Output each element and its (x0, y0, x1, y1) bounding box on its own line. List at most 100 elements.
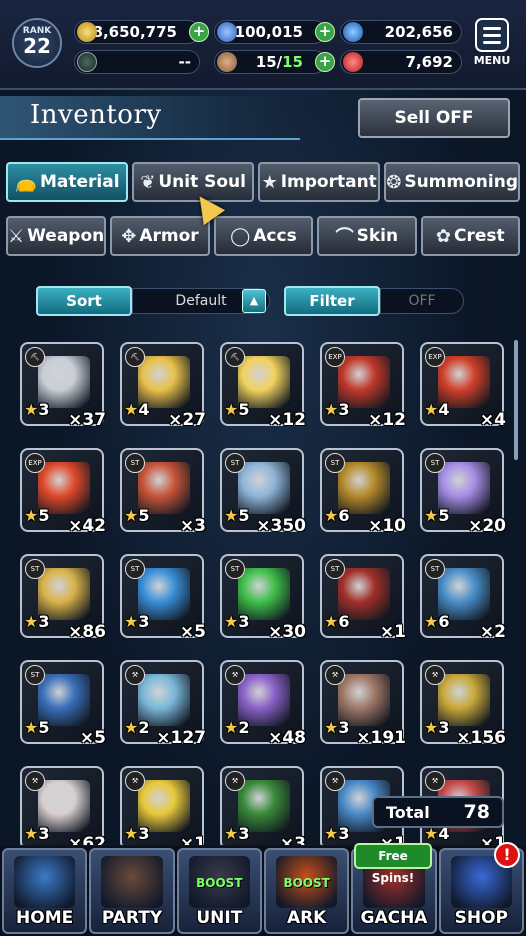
item-star-value: 5 (38, 506, 50, 525)
inventory-item[interactable]: EXP ★5 ×42 (20, 448, 106, 536)
page-title-banner: Inventory (0, 96, 300, 140)
tab-accs[interactable]: ◯ Accs (213, 216, 314, 256)
tab-weapon[interactable]: ⚔ Weapon (6, 216, 107, 256)
inventory-item[interactable]: EXP ★3 ×12 (320, 342, 406, 430)
inventory-item[interactable]: ⛏ ★3 ×37 (20, 342, 106, 430)
item-quantity: ×3 (279, 834, 306, 845)
filter-value[interactable]: OFF (380, 288, 464, 314)
item-star-value: 3 (38, 824, 50, 843)
inventory-item[interactable]: ⚒ ★3 ×3 (220, 766, 306, 845)
menu-button[interactable]: MENU (470, 18, 514, 72)
inventory-item[interactable]: ST ★6 ×2 (420, 554, 506, 642)
tab-summoning[interactable]: ❂ Summoning (384, 162, 520, 202)
item-star-value: 6 (438, 612, 450, 631)
filter-button[interactable]: Filter (284, 286, 380, 316)
sort-control[interactable]: Sort Default ▲ (36, 286, 270, 316)
item-rarity: ★3 (424, 718, 450, 737)
sort-button[interactable]: Sort (36, 286, 132, 316)
inventory-item[interactable]: ST ★3 ×30 (220, 554, 306, 642)
inventory-item[interactable]: ST ★3 ×5 (120, 554, 206, 642)
lapis-counter: 100,015 + (214, 20, 335, 44)
lapis-value: 100,015 (234, 23, 303, 41)
item-star-value: 3 (138, 824, 150, 843)
nav-label: HOME (16, 908, 74, 928)
blue-orb-icon (343, 22, 363, 42)
nav-party-icon (101, 856, 163, 908)
category-tabs-primary: 👝 Material ❦ Unit Soul ★ Important ❂ Sum… (6, 162, 520, 202)
nav-label: ARK (286, 908, 327, 928)
tab-armor[interactable]: ✥ Armor (110, 216, 210, 256)
inventory-item[interactable]: ⛏ ★4 ×27 (120, 342, 206, 430)
soul-icon: ❦ (140, 171, 156, 193)
nav-unit-button[interactable]: BOOST UNIT (176, 848, 262, 934)
inventory-item[interactable]: ST ★6 ×10 (320, 448, 406, 536)
item-type-icon: ⚒ (225, 665, 245, 685)
armor-icon: ✥ (121, 225, 137, 247)
inventory-item[interactable]: ⚒ ★3 ×156 (420, 660, 506, 748)
inventory-item[interactable]: ⛏ ★5 ×12 (220, 342, 306, 430)
item-rarity: ★3 (24, 612, 50, 631)
inventory-item[interactable]: ⚒ ★3 ×62 (20, 766, 106, 845)
inventory-item[interactable]: ST ★3 ×86 (20, 554, 106, 642)
tab-unit-soul[interactable]: ❦ Unit Soul (132, 162, 255, 202)
category-tabs-secondary: ⚔ Weapon ✥ Armor ◯ Accs ⌒ Skin ✿ Crest (6, 216, 520, 256)
grid-scrollbar[interactable] (514, 340, 518, 460)
nav-party-button[interactable]: PARTY (89, 848, 175, 934)
add-gil-button[interactable]: + (189, 22, 209, 42)
orb-value: 202,656 (384, 23, 453, 41)
add-lapis-button[interactable]: + (315, 22, 335, 42)
inventory-item[interactable]: ⚒ ★3 ×1 (120, 766, 206, 845)
tab-material[interactable]: 👝 Material (6, 162, 129, 202)
inventory-item[interactable]: ST ★5 ×3 (120, 448, 206, 536)
item-star-value: 5 (438, 506, 450, 525)
hanger-icon: ⌒ (335, 227, 354, 248)
inventory-item[interactable]: ST ★5 ×5 (20, 660, 106, 748)
inventory-max: 15 (282, 53, 303, 71)
sell-off-button[interactable]: Sell OFF (358, 98, 510, 138)
nav-ark-button[interactable]: BOOST ARK (263, 848, 350, 934)
tab-weapon-label: Weapon (27, 226, 105, 246)
item-type-icon: ST (225, 559, 245, 579)
summon-icon: ❂ (386, 171, 402, 193)
item-type-icon: ST (325, 453, 345, 473)
item-rarity: ★3 (324, 400, 350, 419)
tab-important[interactable]: ★ Important (258, 162, 381, 202)
tab-accs-label: Accs (253, 226, 297, 246)
inventory-item[interactable]: ⚒ ★2 ×127 (120, 660, 206, 748)
item-rarity: ★5 (24, 718, 50, 737)
filter-control[interactable]: Filter OFF (284, 286, 464, 316)
item-star-value: 3 (338, 718, 350, 737)
item-quantity: ×4 (479, 410, 506, 430)
inventory-item[interactable]: ST ★5 ×20 (420, 448, 506, 536)
nav-home-button[interactable]: HOME (2, 848, 88, 934)
item-rarity: ★3 (24, 824, 50, 843)
item-rarity: ★3 (224, 612, 250, 631)
item-rarity: ★5 (424, 506, 450, 525)
item-star-value: 3 (338, 824, 350, 843)
item-type-icon: ST (25, 559, 45, 579)
rank-badge[interactable]: RANK 22 (12, 18, 62, 68)
red-orb-icon (343, 52, 363, 72)
tab-skin-label: Skin (356, 226, 399, 246)
item-type-icon: EXP (325, 347, 345, 367)
item-quantity: ×30 (268, 622, 306, 642)
item-rarity: ★5 (224, 506, 250, 525)
tab-crest[interactable]: ✿ Crest (420, 216, 520, 256)
inventory-item[interactable]: EXP ★4 ×4 (420, 342, 506, 430)
bottom-navigation: HOME PARTY BOOST UNIT BOOST ARK GACHA SHOP (0, 846, 526, 936)
item-quantity: ×1 (379, 622, 406, 642)
sort-order-icon[interactable]: ▲ (242, 289, 266, 313)
inventory-item[interactable]: ST ★5 ×350 (220, 448, 306, 536)
boost-label: BOOST (196, 876, 243, 890)
star-icon: ★ (261, 171, 278, 193)
inventory-item[interactable]: ST ★6 ×1 (320, 554, 406, 642)
inventory-item[interactable]: ⚒ ★2 ×48 (220, 660, 306, 748)
item-quantity: ×191 (356, 728, 406, 748)
item-rarity: ★4 (424, 400, 450, 419)
item-type-icon: ST (425, 453, 445, 473)
menu-label: MENU (473, 54, 511, 67)
tab-skin[interactable]: ⌒ Skin (317, 216, 417, 256)
inventory-item[interactable]: ⚒ ★3 ×191 (320, 660, 406, 748)
expand-inventory-button[interactable]: + (315, 52, 335, 72)
inventory-bag-icon (217, 52, 237, 72)
